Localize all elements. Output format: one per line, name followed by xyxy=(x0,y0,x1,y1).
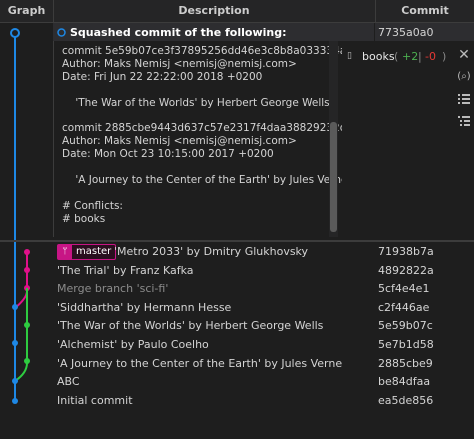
column-header: Graph Description Commit xyxy=(0,0,474,23)
graph-node-selected[interactable] xyxy=(10,28,20,38)
commit-message-panel[interactable]: commit 5e59b07ce3f37895256dd46e3c8b8a033… xyxy=(53,41,366,237)
commit-column-header[interactable]: Commit xyxy=(376,0,474,22)
changed-files-panel: ▯ books ( +2 | -0 ) xyxy=(342,41,452,237)
commit-row-hash[interactable]: 5e59b07c xyxy=(378,319,433,332)
commit-row-hash[interactable]: c2f446ae xyxy=(378,301,429,314)
message-scrollbar-thumb[interactable] xyxy=(330,122,337,232)
search-icon[interactable]: (⌕) xyxy=(456,69,472,85)
commit-row-hash[interactable]: 5e7b1d58 xyxy=(378,338,434,351)
file-deletions: -0 xyxy=(425,50,436,63)
commit-row-description[interactable]: Merge branch 'sci-fi' xyxy=(57,282,168,295)
commit-row-description[interactable]: Initial commit xyxy=(57,394,133,407)
graph-node[interactable] xyxy=(12,398,18,404)
selected-commit-hash-cell[interactable]: 7735a0a0 xyxy=(375,23,474,41)
branch-name: master xyxy=(76,246,112,257)
file-name: books xyxy=(362,50,395,63)
selected-commit-title: Squashed commit of the following: xyxy=(70,26,287,39)
commit-row-hash[interactable]: 5cf4e4e1 xyxy=(378,282,429,295)
commit-graph xyxy=(10,28,30,404)
details-toolbar: ✕ (⌕) xyxy=(452,41,474,237)
description-column-header[interactable]: Description xyxy=(54,0,374,22)
commit-row-hash[interactable]: ea5de856 xyxy=(378,394,433,407)
commit-row-description[interactable]: 'Metro 2033' by Dmitry Glukhovsky xyxy=(114,245,308,258)
graph-node[interactable] xyxy=(12,340,18,346)
commit-node-icon xyxy=(57,28,66,37)
file-additions: +2 xyxy=(402,50,419,63)
commit-row-hash[interactable]: 71938b7a xyxy=(378,245,434,258)
commit-row-hash[interactable]: 2885cbe9 xyxy=(378,357,433,370)
close-icon[interactable]: ✕ xyxy=(456,47,472,63)
commit-row-hash[interactable]: be84dfaa xyxy=(378,375,430,388)
graph-node[interactable] xyxy=(12,304,18,310)
graph-node[interactable] xyxy=(24,358,30,364)
graph-node[interactable] xyxy=(24,249,30,255)
graph-column-header[interactable]: Graph xyxy=(0,0,53,22)
graph-node[interactable] xyxy=(24,322,30,328)
commit-row-description[interactable]: 'The Trial' by Franz Kafka xyxy=(57,264,194,277)
tree-view-icon[interactable] xyxy=(456,113,472,129)
commit-row-description[interactable]: 'Alchemist' by Paulo Coelho xyxy=(57,338,209,351)
commit-row-description[interactable]: 'Siddhartha' by Hermann Hesse xyxy=(57,301,231,314)
commit-row-description[interactable]: 'The War of the Worlds' by Herbert Georg… xyxy=(57,319,323,332)
commit-row-description[interactable]: 'A Journey to the Center of the Earth' b… xyxy=(57,357,342,370)
graph-node[interactable] xyxy=(24,267,30,273)
selected-commit-hash: 7735a0a0 xyxy=(378,26,434,39)
panel-divider[interactable] xyxy=(0,240,474,242)
commit-row-description[interactable]: ABC xyxy=(57,375,80,388)
selected-commit-row[interactable]: Squashed commit of the following: xyxy=(53,23,374,41)
branch-badge-master[interactable]: ᛘ master xyxy=(57,244,117,260)
commit-row-hash[interactable]: 4892822a xyxy=(378,264,434,277)
branch-icon: ᛘ xyxy=(58,245,72,259)
commit-message-text: commit 5e59b07ce3f37895256dd46e3c8b8a033… xyxy=(62,45,367,225)
file-stat-separator: | xyxy=(418,50,422,63)
file-icon: ▯ xyxy=(347,51,352,61)
changed-file-item[interactable]: ▯ books ( +2 | -0 ) xyxy=(342,49,452,65)
list-view-icon[interactable] xyxy=(456,91,472,107)
graph-node[interactable] xyxy=(12,378,18,384)
